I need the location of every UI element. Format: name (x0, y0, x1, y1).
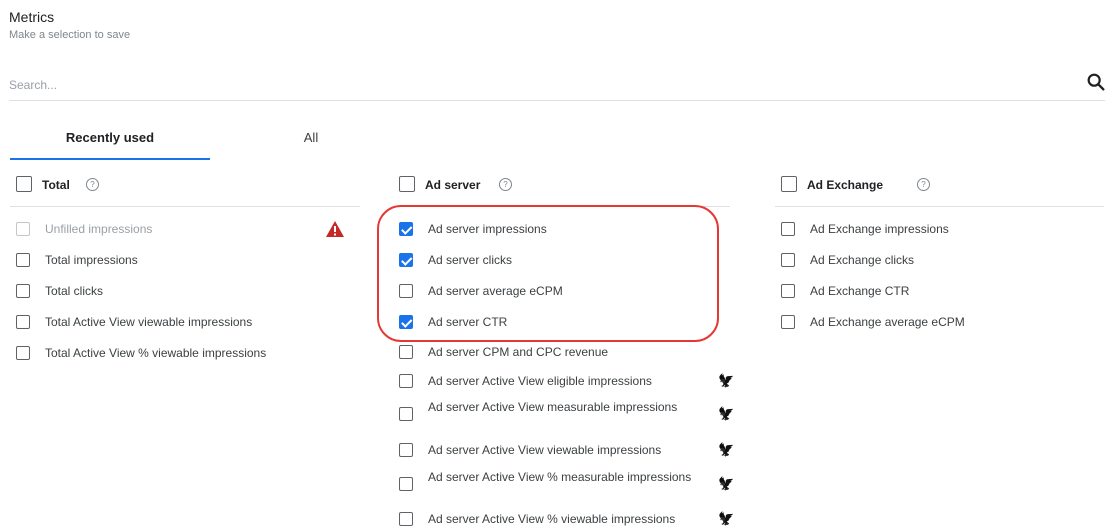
metric-label: Ad Exchange average eCPM (810, 315, 965, 329)
column-header-divider (10, 206, 360, 207)
metric-checkbox[interactable] (399, 477, 413, 491)
metric-checkbox[interactable] (781, 315, 795, 329)
column-header-divider (775, 206, 1104, 207)
page-title: Metrics (9, 9, 55, 25)
help-icon[interactable]: ? (499, 178, 512, 191)
metric-label: Ad server Active View viewable impressio… (428, 443, 662, 457)
metric-checkbox[interactable] (16, 315, 30, 329)
metric-label: Ad server CTR (428, 315, 508, 329)
bird-icon: 🦅 (718, 511, 735, 526)
metric-label: Ad server clicks (428, 253, 513, 267)
metric-label: Unfilled impressions (45, 222, 153, 236)
metric-label: Ad server Active View % viewable impress… (428, 512, 676, 526)
tab-recently-used[interactable]: Recently used (10, 124, 210, 152)
metric-label: Total impressions (45, 253, 138, 267)
metric-checkbox[interactable] (399, 512, 413, 526)
column-header: Ad server (425, 178, 481, 192)
metric-label: Ad server CPM and CPC revenue (428, 345, 609, 359)
metric-checkbox[interactable] (399, 284, 413, 298)
bird-icon: 🦅 (718, 442, 735, 457)
search-icon[interactable] (1085, 71, 1107, 93)
metric-checkbox[interactable] (399, 374, 413, 388)
metric-label: Ad Exchange CTR (810, 284, 910, 298)
metric-checkbox[interactable] (399, 443, 413, 457)
metric-checkbox[interactable] (781, 284, 795, 298)
select-all-checkbox[interactable] (16, 176, 32, 192)
column-header: Total (42, 178, 70, 192)
metric-label: Ad server average eCPM (428, 284, 563, 298)
select-all-checkbox[interactable] (781, 176, 797, 192)
metric-checkbox (16, 222, 30, 236)
page-subtitle: Make a selection to save (9, 29, 131, 41)
active-tab-indicator (10, 158, 210, 160)
metric-checkbox[interactable] (16, 346, 30, 360)
metric-label: Ad server Active View % measurable impre… (428, 470, 692, 484)
metric-label: Ad server Active View measurable impress… (428, 400, 678, 414)
metric-checkbox[interactable] (399, 315, 413, 329)
warning-icon (326, 221, 344, 237)
metric-label: Total Active View % viewable impressions (45, 346, 267, 360)
metric-checkbox[interactable] (399, 222, 413, 236)
metric-checkbox[interactable] (781, 253, 795, 267)
search-underline (9, 100, 1105, 101)
metric-label: Ad server Active View eligible impressio… (428, 374, 652, 388)
help-icon[interactable]: ? (917, 178, 930, 191)
tab-all[interactable]: All (211, 124, 411, 152)
bird-icon: 🦅 (718, 406, 735, 421)
metric-label: Total Active View viewable impressions (45, 315, 253, 329)
metric-checkbox[interactable] (399, 253, 413, 267)
help-icon[interactable]: ? (86, 178, 99, 191)
select-all-checkbox[interactable] (399, 176, 415, 192)
metric-checkbox[interactable] (399, 407, 413, 421)
metric-checkbox[interactable] (16, 284, 30, 298)
search-input[interactable] (9, 72, 1069, 98)
bird-icon: 🦅 (718, 373, 735, 388)
metric-checkbox[interactable] (781, 222, 795, 236)
metric-label: Ad server impressions (428, 222, 547, 236)
column-header-divider (393, 206, 730, 207)
metric-checkbox[interactable] (16, 253, 30, 267)
bird-icon: 🦅 (718, 476, 735, 491)
metric-label: Total clicks (45, 284, 104, 298)
metric-label: Ad Exchange impressions (810, 222, 949, 236)
metric-checkbox[interactable] (399, 345, 413, 359)
metric-label: Ad Exchange clicks (810, 253, 915, 267)
column-header: Ad Exchange (807, 178, 884, 192)
